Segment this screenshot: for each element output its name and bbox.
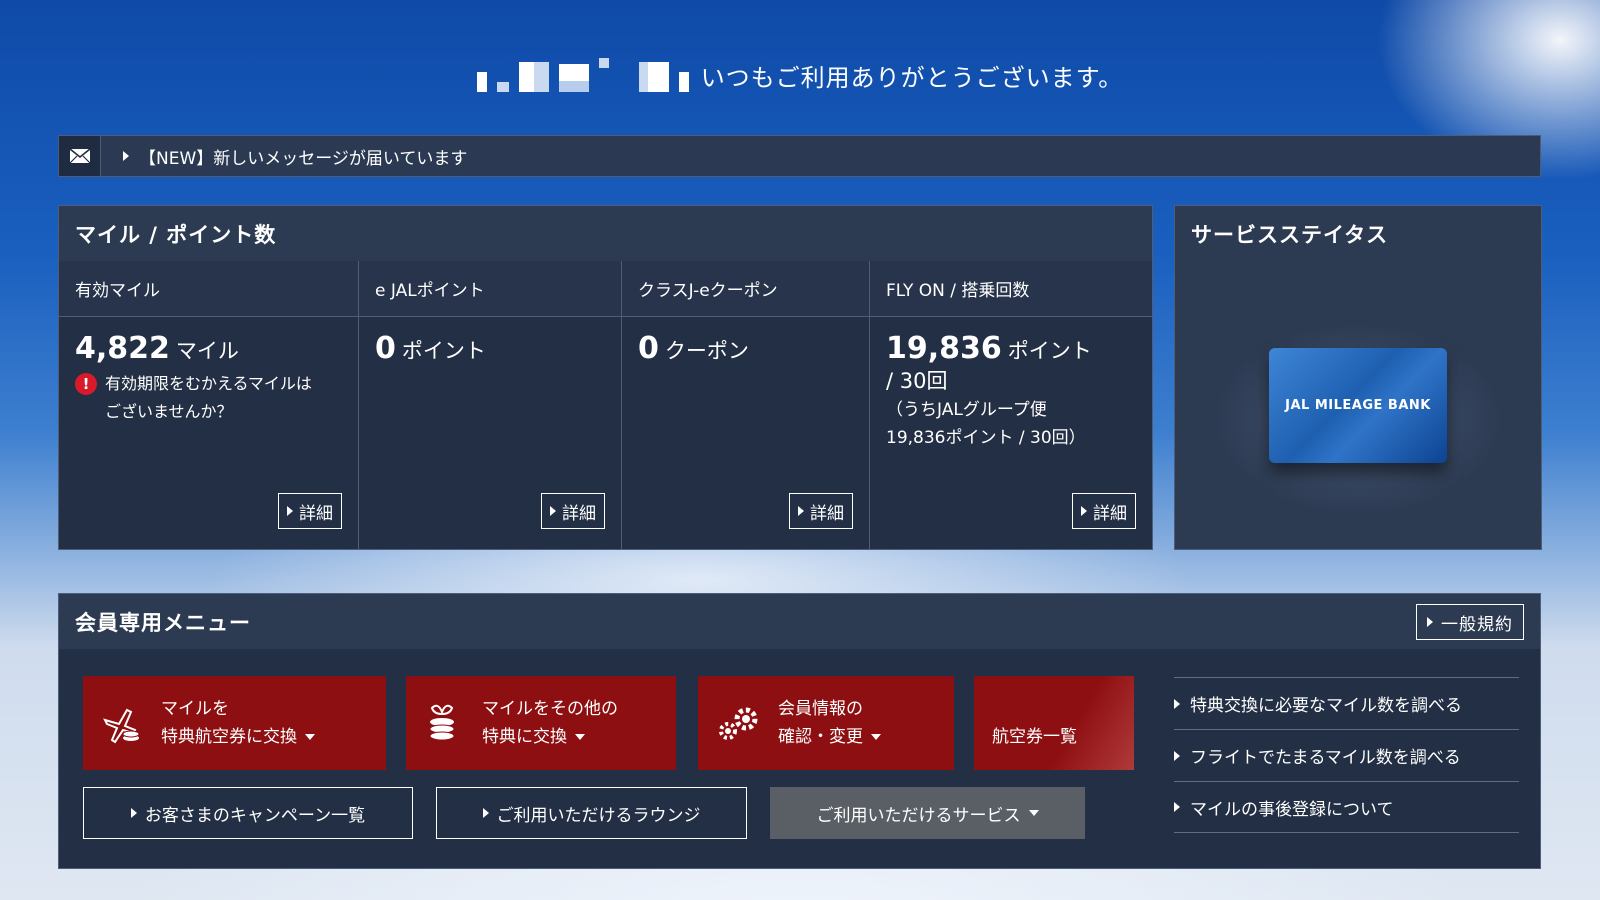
arrow-right-icon [1081,506,1087,516]
button-line1: マイルをその他の [482,699,618,719]
link-label: 特典交換に必要なマイル数を調べる [1190,696,1462,716]
valid-miles-unit: マイル [175,339,239,363]
lounge-button[interactable]: ご利用いただけるラウンジ [436,787,747,839]
plane-coins-icon [103,708,140,744]
services-label: ご利用いただけるサービス [816,805,1021,826]
fly-on-column: FLY ON / 搭乗回数 19,836 ポイント / 30回 （うちJALグルー… [870,261,1152,549]
miles-points-panel: マイル / ポイント数 有効マイル 4,822 マイル ! 有効期限をむかえるマイ… [58,205,1153,550]
button-line2: 特典に交換 [482,727,567,747]
class-j-coupon-detail-button[interactable]: 詳細 [789,493,853,529]
class-j-coupon-value: 0 [638,331,659,366]
detail-label: 詳細 [810,503,844,524]
greeting: いつもご利用ありがとうございます。 [0,50,1600,100]
button-line1: マイルを [161,699,229,719]
fly-on-note-line1: （うちJALグループ便 [886,400,1047,420]
arrow-right-icon [1174,802,1180,812]
member-info-button[interactable]: 会員情報の確認・変更 [698,676,954,770]
campaign-list-button[interactable]: お客さまのキャンペーン一覧 [83,787,413,839]
button-line2: 航空券一覧 [992,727,1077,747]
expiring-miles-warning[interactable]: ! 有効期限をむかえるマイルは ございませんか？ [75,370,342,426]
warning-icon: ! [75,373,97,395]
caret-down-icon [1028,810,1039,816]
campaign-label: お客さまのキャンペーン一覧 [144,805,366,826]
arrow-right-icon [482,808,489,818]
button-line2: 確認・変更 [778,727,863,747]
valid-miles-detail-button[interactable]: 詳細 [278,493,342,529]
arrow-right-icon [130,808,137,818]
fly-on-note-line2: 19,836ポイント / 30回） [886,428,1086,448]
message-bar[interactable]: 【NEW】新しいメッセージが届いています [58,135,1541,177]
card-text: JAL MILEAGE BANK [1285,397,1431,413]
member-name-pixelated [476,58,689,92]
mileage-bank-card: JAL MILEAGE BANK [1269,347,1447,463]
new-message-text: 【NEW】新しいメッセージが届いています [139,148,468,169]
exchange-other-awards-button[interactable]: マイルをその他の 特典に交換 [406,676,676,770]
new-message-link[interactable]: 【NEW】新しいメッセージが届いています [123,144,467,169]
ejal-points-header: e JALポイント [359,261,621,317]
ejal-points-detail-button[interactable]: 詳細 [541,493,605,529]
exchange-award-ticket-button[interactable]: マイルを特典航空券に交換 [83,676,386,770]
link-label: マイルの事後登録について [1190,799,1394,820]
arrow-right-icon [1174,750,1180,761]
caret-down-icon [305,734,315,740]
service-status-title: サービスステイタス [1175,206,1541,261]
miles-panel-title: マイル / ポイント数 [59,206,1152,261]
mail-icon [59,136,101,176]
fly-on-detail-button[interactable]: 詳細 [1072,493,1136,529]
detail-label: 詳細 [1093,503,1127,524]
valid-miles-value: 4,822 [75,331,170,366]
link-label: フライトでたまるマイル数を調べる [1190,748,1461,768]
arrow-right-icon [123,151,129,161]
member-menu-panel: 会員専用メニュー 一般規約 マイルを特典航空券に交換 マイルをその他の 特典に交換… [58,593,1541,869]
fly-on-points-unit: ポイント [1007,339,1092,363]
ejal-points-column: e JALポイント 0 ポイント 詳細 [359,261,622,549]
fly-on-count: / 30回 [886,369,948,393]
fly-on-header: FLY ON / 搭乗回数 [870,261,1152,317]
detail-label: 詳細 [562,503,596,524]
greeting-text: いつもご利用ありがとうございます。 [700,63,1124,92]
button-line1: 会員情報の [778,699,863,719]
arrow-right-icon [1427,617,1433,627]
warning-line2: ございませんか？ [105,402,233,421]
gears-icon [719,707,758,740]
valid-miles-header: 有効マイル [59,261,358,317]
available-services-button[interactable]: ご利用いただけるサービス [770,787,1085,839]
arrow-right-icon [1174,698,1180,709]
arrow-right-icon [287,506,293,516]
class-j-coupon-unit: クーポン [664,339,749,363]
fly-on-points-value: 19,836 [886,331,1002,366]
ticket-list-button[interactable]: 航空券一覧 [974,676,1134,770]
arrow-right-icon [550,506,556,516]
flight-miles-earned-link[interactable]: フライトでたまるマイル数を調べる [1174,729,1519,781]
valid-miles-column: 有効マイル 4,822 マイル ! 有効期限をむかえるマイルは ございませんか？ 詳… [59,261,359,549]
warning-line1: 有効期限をむかえるマイルは [105,374,312,393]
mileage-links: 特典交換に必要なマイル数を調べる フライトでたまるマイル数を調べる マイルの事後… [1174,677,1519,833]
service-status-panel: サービスステイタス JAL MILEAGE BANK [1174,205,1542,550]
class-j-coupon-header: クラスJ-eクーポン [622,261,869,317]
member-menu-title: 会員専用メニュー [75,610,251,635]
terms-label: 一般規約 [1441,614,1513,635]
retro-mileage-claim-link[interactable]: マイルの事後登録について [1174,781,1519,833]
button-line2: 特典航空券に交換 [161,727,297,747]
ejal-points-unit: ポイント [401,339,486,363]
award-miles-required-link[interactable]: 特典交換に必要なマイル数を調べる [1174,677,1519,729]
general-terms-button[interactable]: 一般規約 [1416,604,1524,640]
lounge-label: ご利用いただけるラウンジ [496,805,701,826]
caret-down-icon [575,734,585,740]
detail-label: 詳細 [299,503,333,524]
caret-down-icon [871,734,881,740]
ejal-points-value: 0 [375,331,396,366]
gift-coins-icon [429,704,455,741]
class-j-coupon-column: クラスJ-eクーポン 0 クーポン 詳細 [622,261,870,549]
arrow-right-icon [798,506,804,516]
